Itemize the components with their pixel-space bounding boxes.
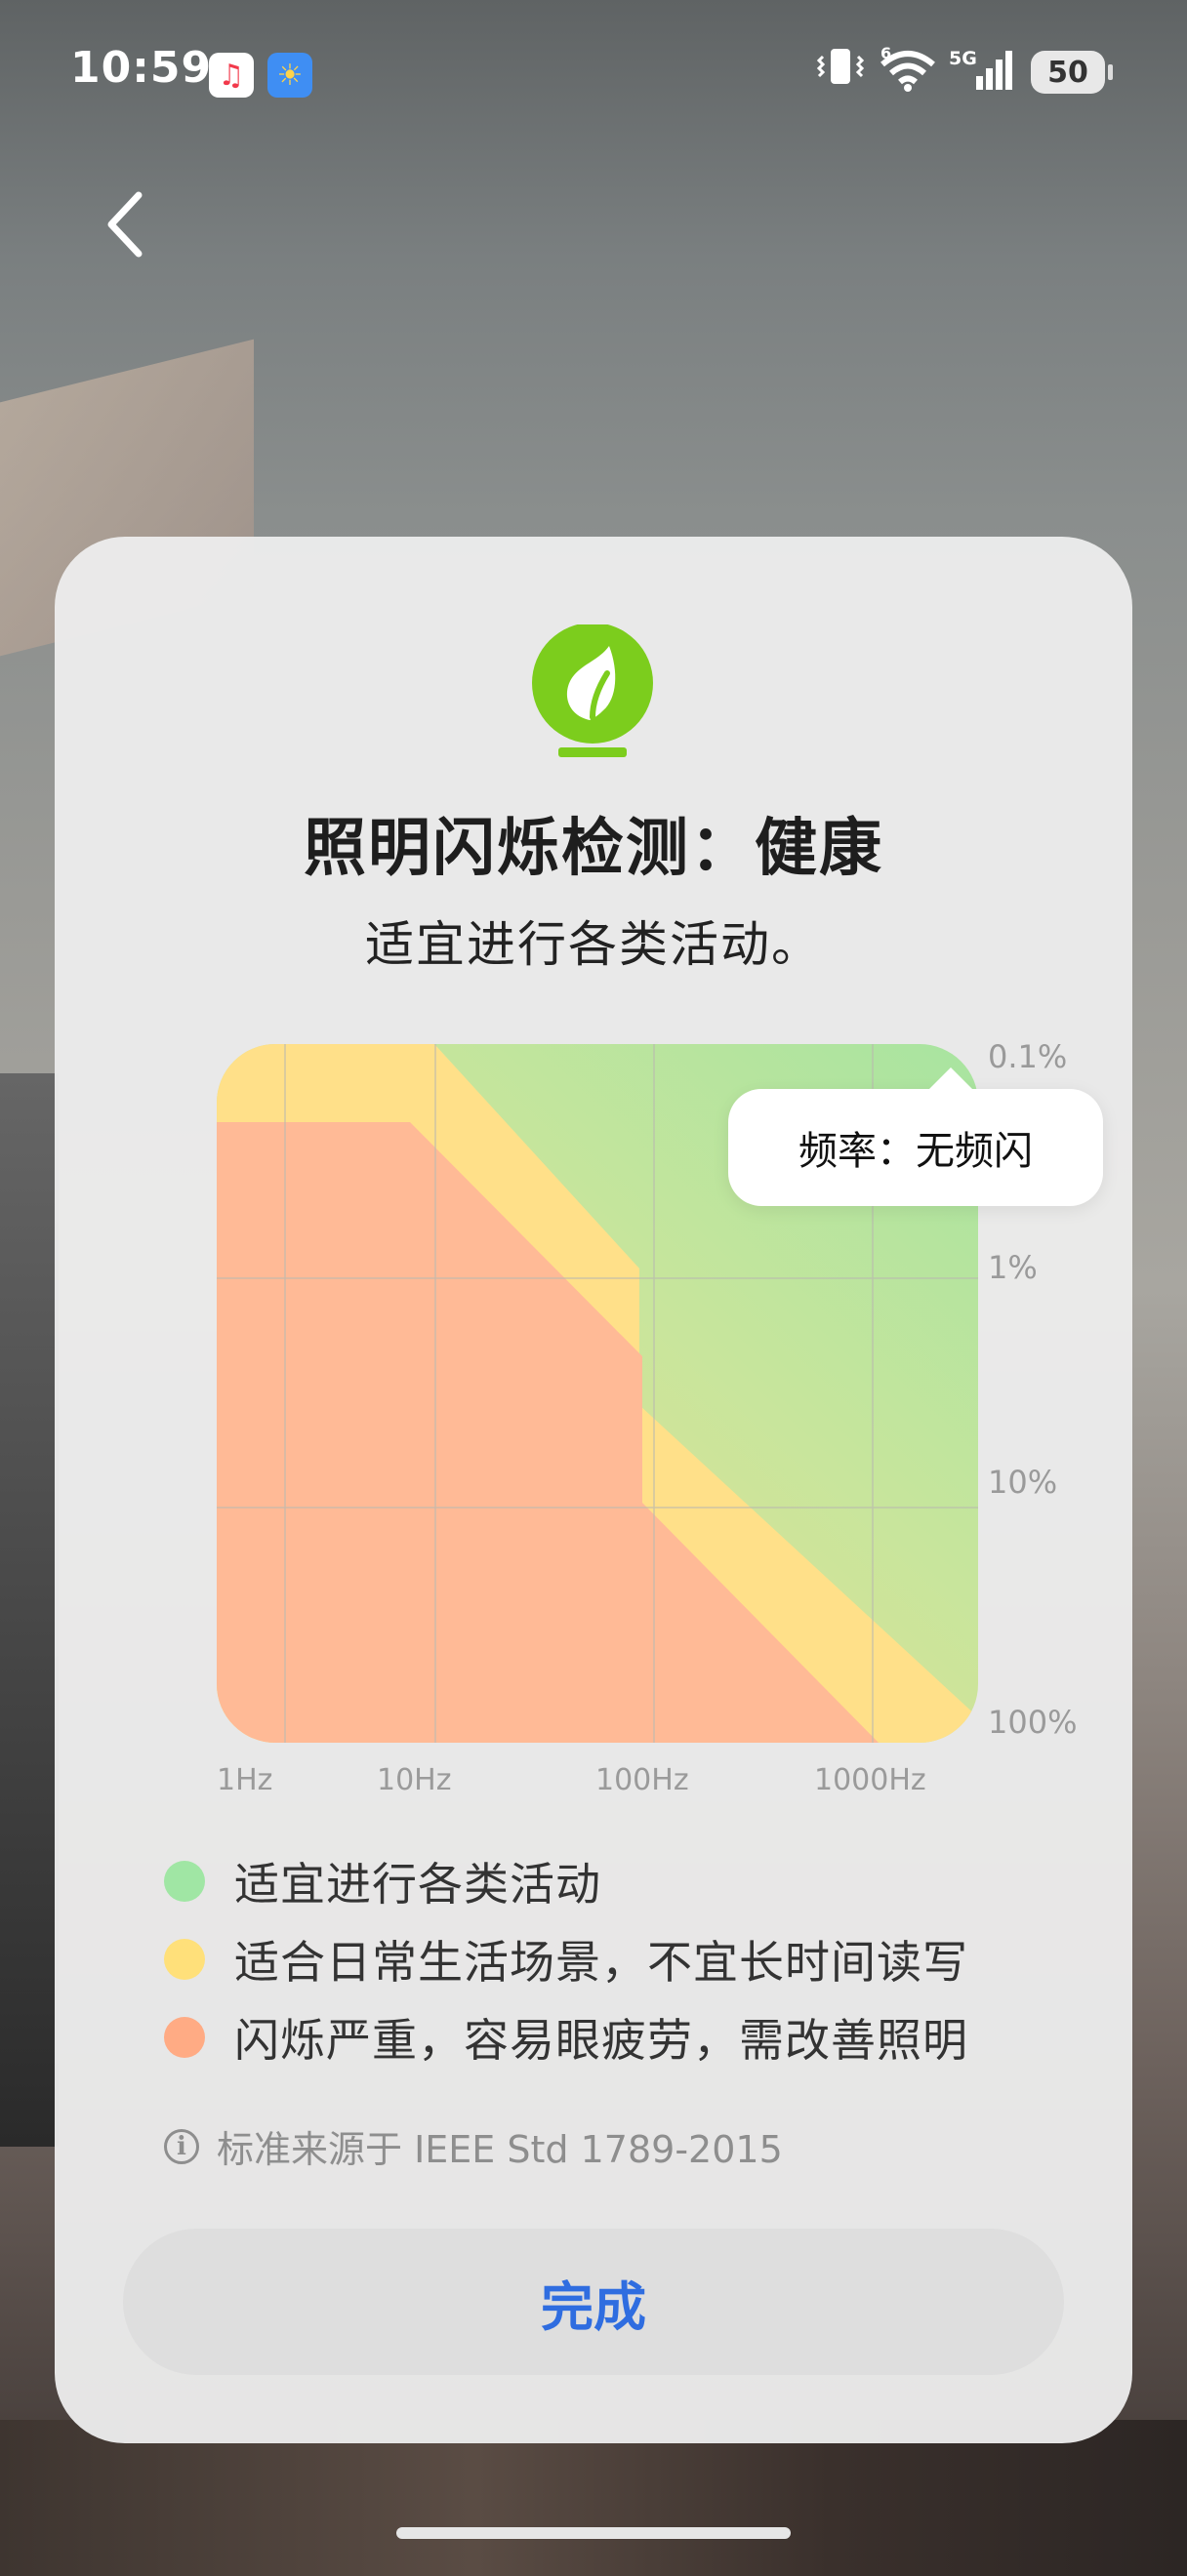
result-title: 照明闪烁检测：健康	[304, 813, 883, 885]
legend-label-high-risk: 闪烁严重，容易眼疲劳，需改善照明	[234, 2014, 968, 2067]
network-type: 5G	[949, 48, 977, 69]
wifi-icon: 6	[877, 44, 939, 101]
wifi-6-badge: 6	[880, 47, 891, 62]
legend-item-high-risk: 闪烁严重，容易眼疲劳，需改善照明	[164, 1998, 968, 2076]
legend-item-safe: 适宜进行各类活动	[164, 1842, 968, 1920]
standard-source: i 标准来源于 IEEE Std 1789-2015	[164, 2119, 783, 2173]
info-icon: i	[164, 2128, 199, 2164]
clock: 10:59	[70, 43, 213, 93]
weather-app-icon: ☀	[267, 53, 312, 98]
wall-shadow	[0, 1073, 59, 2147]
done-button[interactable]: 完成	[123, 2229, 1064, 2375]
music-app-icon: ♫	[209, 53, 254, 98]
photo-bottom-strip	[0, 2420, 1187, 2576]
5g-signal-icon: 5G	[947, 47, 1015, 101]
battery-indicator: 50	[1031, 51, 1113, 94]
chevron-left-icon	[107, 191, 143, 258]
frequency-tooltip: 频率：无频闪	[728, 1067, 1103, 1206]
source-text: 标准来源于 IEEE Std 1789-2015	[217, 2128, 783, 2171]
legend-label-low-risk: 适合日常生活场景，不宜长时间读写	[234, 1936, 968, 1989]
legend-item-low-risk: 适合日常生活场景，不宜长时间读写	[164, 1920, 968, 1998]
legend-dot-safe	[164, 1861, 205, 1902]
result-subtitle: 适宜进行各类活动。	[365, 916, 822, 973]
legend: 适宜进行各类活动 适合日常生活场景，不宜长时间读写 闪烁严重，容易眼疲劳，需改善…	[164, 1842, 968, 2076]
vibrate-icon	[812, 47, 869, 95]
back-button[interactable]	[98, 185, 156, 263]
status-bar: 10:59 ♫ ☀ 6 5G 50	[0, 0, 1187, 146]
home-indicator[interactable]	[396, 2527, 791, 2539]
legend-dot-low-risk	[164, 1939, 205, 1980]
leaf-bulb-icon	[532, 624, 653, 757]
legend-dot-high-risk	[164, 2017, 205, 2058]
legend-label-safe: 适宜进行各类活动	[234, 1858, 601, 1911]
